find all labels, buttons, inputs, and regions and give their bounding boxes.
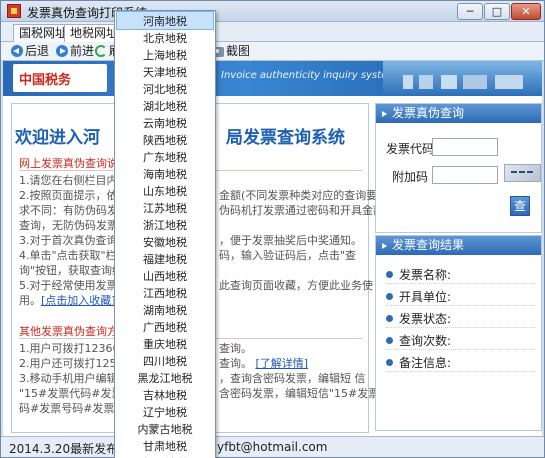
- learn-more-link[interactable]: [了解详情]: [256, 357, 309, 370]
- query-button[interactable]: 查: [510, 196, 530, 216]
- instruction-line: 2.按照页面提示，依次: [19, 189, 129, 202]
- welcome-heading-left: 欢迎进入河: [15, 128, 100, 148]
- maximize-button[interactable]: □: [484, 3, 510, 20]
- status-email: yfbt@hotmail.com: [217, 440, 328, 454]
- logo-text: 中国税务: [19, 73, 72, 88]
- refresh-icon: [95, 45, 107, 57]
- bullet-icon: [386, 337, 393, 344]
- instruction-line: ，便于发票抽奖后中奖通知。: [219, 234, 362, 247]
- dropdown-item[interactable]: 新疆地税: [116, 454, 214, 458]
- section-title-other-methods: 其他发票真伪查询方法: [19, 325, 129, 338]
- back-label: 后退: [25, 44, 50, 58]
- app-window: 发票真伪查询打印系统 ─ □ ✕ 国税网址 地税网址 后退 前进 刷 截图 中国…: [0, 0, 545, 458]
- result-row: 发票名称:: [386, 266, 536, 284]
- instruction-line: 3.对于首次真伪查询结: [19, 234, 129, 247]
- result-label: 查询次数:: [399, 334, 452, 348]
- back-arrow-icon: [11, 45, 23, 57]
- instruction-line: 4.单击"点击获取"栏: [19, 249, 117, 262]
- close-button[interactable]: ✕: [511, 3, 541, 20]
- instruction-line: 1.请您在右侧栏目内，: [19, 174, 129, 187]
- method-line-text: 查询。: [219, 357, 252, 370]
- instruction-line-text: 用。: [19, 294, 41, 307]
- instruction-line: 此查询页面收藏，方便此业务使: [219, 279, 373, 292]
- site-logo: 中国税务: [13, 64, 107, 92]
- site-banner: 中国税务 Invoice authenticity inquiry system: [3, 61, 542, 96]
- back-button[interactable]: 后退: [11, 44, 49, 60]
- result-panel-title: 发票查询结果: [376, 236, 541, 255]
- status-bar: 2014.3.20最新发布！欢迎 yfbt@hotmail.com: [1, 436, 544, 457]
- result-label: 发票名称:: [399, 268, 452, 282]
- instruction-line: 求不同：有防伪码发票: [19, 204, 129, 217]
- result-row: 备注信息:: [386, 354, 536, 372]
- captcha-input[interactable]: [432, 166, 498, 184]
- query-panel-title: 发票真伪查询: [376, 104, 541, 123]
- welcome-heading-right: 局发票查询系统: [226, 128, 345, 148]
- instruction-line: 询"按钮，获取查询结: [19, 264, 124, 277]
- result-label: 开具单位:: [399, 290, 452, 304]
- instruction-line: 金额(不同发票种类对应的查询要: [219, 189, 378, 202]
- captcha-label: 附加码: [392, 170, 429, 184]
- screenshot-label: 截图: [226, 44, 251, 58]
- instruction-line: 码，输入验证码后，点击"查: [219, 249, 357, 262]
- bullet-icon: [386, 271, 393, 278]
- invoice-code-input[interactable]: [432, 138, 498, 156]
- method-line: 查询。 [了解详情]: [219, 356, 308, 371]
- method-line: 3.移动手机用户编辑短: [19, 372, 129, 385]
- toolbar: 后退 前进 刷 截图: [1, 42, 544, 61]
- forward-button[interactable]: 前进: [56, 44, 94, 60]
- banner-subtitle: Invoice authenticity inquiry system: [221, 70, 398, 81]
- invoice-code-label: 发票代码: [386, 142, 435, 156]
- web-page: 中国税务 Invoice authenticity inquiry system…: [3, 61, 542, 436]
- result-row: 发票状态:: [386, 310, 536, 328]
- result-row: 查询次数:: [386, 332, 536, 350]
- query-result-panel: 发票查询结果 发票名称: 开具单位: 发票状态: 查询次数: 备注信息:: [375, 235, 542, 431]
- app-icon: [7, 4, 21, 18]
- instruction-line: 查询，无防伪码发票通: [19, 219, 129, 232]
- instruction-line: 伪码机打发票通过密码和开具金额: [219, 204, 384, 217]
- result-label: 发票状态:: [399, 312, 452, 326]
- result-row: 开具单位:: [386, 288, 536, 306]
- tab-bar: 国税网址 地税网址: [1, 22, 544, 42]
- result-label: 备注信息:: [399, 356, 452, 370]
- forward-arrow-icon: [56, 45, 68, 57]
- dropdown-item[interactable]: 河南地税: [116, 11, 214, 30]
- tax-bureau-dropdown-list[interactable]: 河南地税 北京地税 上海地税 天津地税 河北地税 湖北地税 云南地税 陕西地税 …: [114, 10, 216, 458]
- banner-city-image: [383, 61, 542, 96]
- invoice-query-panel: 发票真伪查询 发票代码 附加码 查: [375, 103, 542, 233]
- add-favorite-link[interactable]: [点击加入收藏]: [41, 294, 116, 307]
- bullet-icon: [386, 293, 393, 300]
- method-line: 含密码发票，编辑短信"15#发票代: [219, 387, 391, 400]
- title-bar: 发票真伪查询打印系统 ─ □ ✕: [1, 1, 544, 22]
- section-title-online-query: 网上发票真伪查询说明: [19, 157, 129, 170]
- instruction-line: 用。[点击加入收藏][: [19, 293, 120, 308]
- method-line: 查询。: [219, 342, 252, 355]
- instruction-line: 5.对于经常使用发票真: [19, 279, 129, 292]
- bullet-icon: [386, 315, 393, 322]
- minimize-button[interactable]: ─: [457, 3, 483, 20]
- method-line: ，查询含密码发票，编辑短 信: [219, 372, 366, 385]
- forward-label: 前进: [70, 44, 95, 58]
- screenshot-button[interactable]: 截图: [211, 44, 250, 60]
- bullet-icon: [386, 359, 393, 366]
- captcha-image[interactable]: [504, 164, 541, 182]
